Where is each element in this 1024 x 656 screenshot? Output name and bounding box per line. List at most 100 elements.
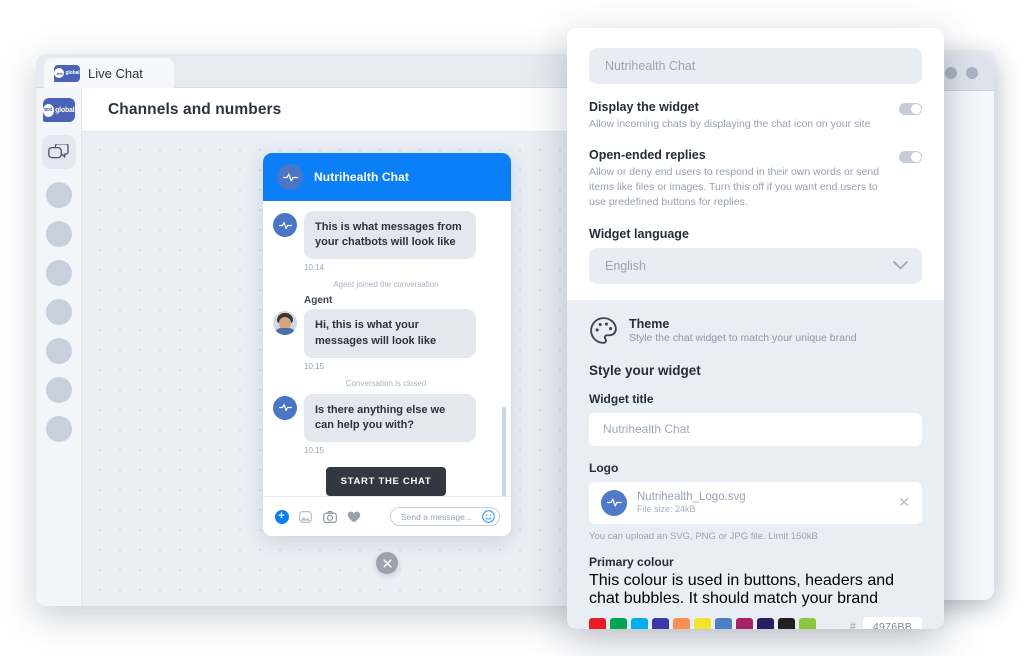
chat-composer-bar: + Send a message... (263, 496, 511, 536)
logo-word-text: global (65, 70, 80, 76)
setting-text: Open-ended replies Allow or deny end use… (589, 148, 889, 210)
heart-icon[interactable] (346, 509, 361, 524)
primary-colour-label: Primary colour (589, 554, 674, 569)
chat-message-agent-1: Hi, this is what your messages will look… (273, 309, 499, 358)
chat-system-message: Agent joined the conversation (333, 280, 439, 290)
colour-swatch[interactable] (673, 618, 690, 629)
setting-description: Allow or deny end users to respond in th… (589, 165, 880, 208)
colour-swatch[interactable] (736, 618, 753, 629)
chat-message-list[interactable]: This is what messages from your chatbots… (263, 201, 511, 496)
close-icon (382, 558, 392, 568)
logo-filename: Nutrihealth_Logo.svg (637, 491, 746, 504)
theme-header: Theme Style the chat widget to match you… (589, 316, 922, 345)
window-dot-2 (945, 66, 957, 79)
message-input[interactable]: Send a message... (390, 507, 500, 526)
sidebar-item-placeholder-5[interactable] (45, 338, 72, 364)
avatar-shirt (275, 328, 295, 336)
bot-avatar (273, 395, 297, 420)
chat-bubble-text: Hi, this is what your messages will look… (304, 309, 476, 358)
widget-title-label: Widget title (589, 391, 654, 406)
setting-title: Display the widget (589, 100, 699, 114)
chat-message-bot-2: Is there anything else we can help you w… (273, 393, 499, 443)
colour-swatch[interactable] (610, 618, 627, 629)
hex-field-wrap: # 4976BB (849, 616, 922, 629)
widget-name-value: Nutrihealth Chat (605, 59, 696, 73)
start-the-chat-button[interactable]: START THE CHAT (325, 467, 447, 496)
logo-upload-hint: You can upload an SVG, PNG or JPG file. … (589, 530, 818, 542)
sidebar-item-placeholder-4[interactable] (45, 299, 72, 325)
widget-name-input[interactable]: Nutrihealth Chat (589, 48, 922, 84)
chat-system-message: Conversation is closed (345, 378, 427, 388)
widget-settings-panel: Nutrihealth Chat Display the widget Allo… (567, 28, 944, 629)
sidebar-item-placeholder-2[interactable] (45, 221, 72, 247)
setting-open-ended-replies: Open-ended replies Allow or deny end use… (589, 148, 922, 210)
chat-message-bot-1: This is what messages from your chatbots… (273, 211, 499, 260)
heartbeat-icon (606, 498, 622, 507)
plus-icon[interactable]: + (274, 509, 289, 524)
widget-language-label: Widget language (589, 226, 689, 241)
toggle-knob (911, 104, 921, 114)
setting-description: Allow incoming chats by displaying the c… (589, 118, 871, 130)
widget-language-select[interactable]: English (589, 247, 922, 284)
heartbeat-icon (278, 404, 292, 412)
remove-logo-icon[interactable]: ✕ (898, 494, 910, 511)
setting-title: Open-ended replies (589, 147, 706, 162)
colour-swatch[interactable] (652, 618, 669, 629)
open-ended-replies-toggle[interactable] (899, 150, 922, 163)
chat-timestamp: 10:15 (304, 446, 325, 456)
sidebar-item-placeholder-6[interactable] (45, 377, 72, 403)
sidebar-item-placeholder-3[interactable] (45, 260, 72, 286)
colour-swatch[interactable] (778, 618, 795, 629)
widget-title-input[interactable]: Nutrihealth Chat (589, 412, 922, 446)
colour-swatch[interactable] (715, 618, 732, 629)
chat-timestamp: 10:15 (304, 361, 325, 371)
sidebar-brand-logo[interactable]: text global (42, 98, 75, 122)
close-preview-button[interactable] (376, 552, 398, 574)
agent-avatar (273, 311, 297, 336)
toggle-knob (911, 151, 921, 162)
logo-bubble-text: text (54, 68, 65, 78)
theme-section: Theme Style the chat widget to match you… (567, 299, 944, 629)
browser-tab-live-chat[interactable]: text global Live Chat (44, 58, 174, 88)
chat-scrollbar[interactable] (502, 407, 506, 496)
emoji-icon[interactable] (482, 510, 495, 523)
style-your-widget-heading: Style your widget (589, 362, 701, 378)
colour-swatch-row: # 4976BB (589, 616, 922, 629)
browser-tab-label: Live Chat (88, 65, 143, 81)
logo-file-info: Nutrihealth_Logo.svg File size: 24kB (637, 491, 746, 514)
chat-bubble-text: This is what messages from your chatbots… (304, 211, 476, 260)
logo-label: Logo (589, 460, 619, 475)
logo-preview-icon (601, 489, 627, 516)
gallery-icon[interactable] (298, 509, 313, 524)
camera-icon[interactable] (322, 509, 337, 524)
primary-colour-description: This colour is used in buttons, headers … (589, 571, 895, 607)
hex-colour-input[interactable]: 4976BB (862, 616, 922, 629)
colour-swatch[interactable] (631, 618, 648, 629)
sidebar-item-placeholder-7[interactable] (45, 416, 72, 442)
sidebar-item-chat[interactable] (41, 135, 76, 169)
chat-bubble-text: Is there anything else we can help you w… (304, 393, 476, 443)
chevron-down-icon (893, 261, 908, 270)
bot-avatar (273, 213, 297, 237)
setting-display-the-widget: Display the widget Allow incoming chats … (589, 100, 922, 132)
heartbeat-icon (282, 172, 298, 182)
colour-swatch[interactable] (799, 618, 816, 629)
colour-swatch[interactable] (589, 618, 606, 629)
panel-top-section: Nutrihealth Chat Display the widget Allo… (567, 28, 944, 300)
logo-file-card: Nutrihealth_Logo.svg File size: 24kB ✕ (589, 481, 922, 524)
chat-bubbles-icon (48, 143, 69, 158)
display-widget-toggle[interactable] (899, 103, 922, 115)
sidebar-logo-bubble-text: text (42, 103, 54, 117)
widget-brand-logo-icon (277, 164, 303, 190)
window-dot-3 (966, 66, 978, 79)
theme-description: Style the chat widget to match your uniq… (629, 331, 857, 344)
hash-symbol: # (849, 620, 856, 629)
sidebar-item-placeholder-1[interactable] (45, 182, 72, 208)
theme-header-text: Theme Style the chat widget to match you… (629, 317, 857, 344)
colour-swatch[interactable] (694, 618, 711, 629)
colour-swatch[interactable] (757, 618, 774, 629)
widget-title-value: Nutrihealth Chat (603, 422, 690, 437)
chat-timestamp: 10:14 (304, 263, 325, 273)
message-input-placeholder: Send a message... (401, 511, 472, 522)
theme-title: Theme (629, 316, 670, 331)
